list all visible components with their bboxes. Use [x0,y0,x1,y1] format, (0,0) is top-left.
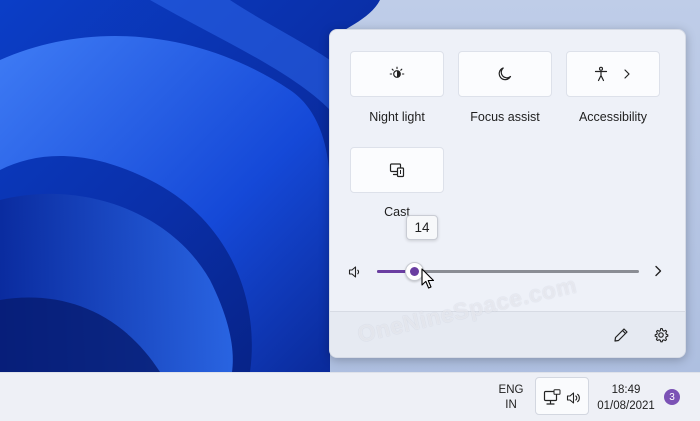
chevron-right-icon [624,69,630,79]
moon-icon [498,67,512,81]
quick-settings-panel: Night light Focus assist Accessibility C… [329,29,686,358]
volume-tooltip: 14 [406,215,438,240]
focus-assist-tile[interactable] [458,51,552,97]
language-indicator[interactable]: ENG IN [494,383,528,413]
clock[interactable]: 18:49 01/08/2021 [594,382,658,414]
quick-settings-footer [330,311,685,357]
system-tray-group[interactable] [535,377,589,415]
accessibility-icon [594,66,608,82]
taskbar: ENG IN 18:49 01/08/2021 3 [0,372,700,421]
accessibility-label: Accessibility [578,110,648,124]
focus-assist-label: Focus assist [470,110,540,124]
notification-badge[interactable]: 3 [664,389,680,405]
cast-label: Cast [384,205,410,219]
volume-slider[interactable] [377,259,639,283]
chevron-right-icon[interactable] [652,265,664,277]
mouse-pointer-icon [421,268,435,289]
speaker-icon [566,392,580,404]
clock-time: 18:49 [611,384,641,396]
network-icon [543,389,561,405]
speaker-icon[interactable] [348,265,362,279]
night-light-tile[interactable] [350,51,444,97]
language-region: IN [505,399,517,411]
night-light-label: Night light [369,110,425,124]
gear-icon[interactable] [653,327,669,343]
accessibility-tile[interactable] [566,51,660,97]
pencil-icon[interactable] [613,327,629,343]
night-light-icon [389,66,405,78]
cast-icon [389,163,405,178]
language-code: ENG [498,384,524,396]
cast-tile[interactable] [350,147,444,193]
clock-date: 01/08/2021 [597,400,655,412]
